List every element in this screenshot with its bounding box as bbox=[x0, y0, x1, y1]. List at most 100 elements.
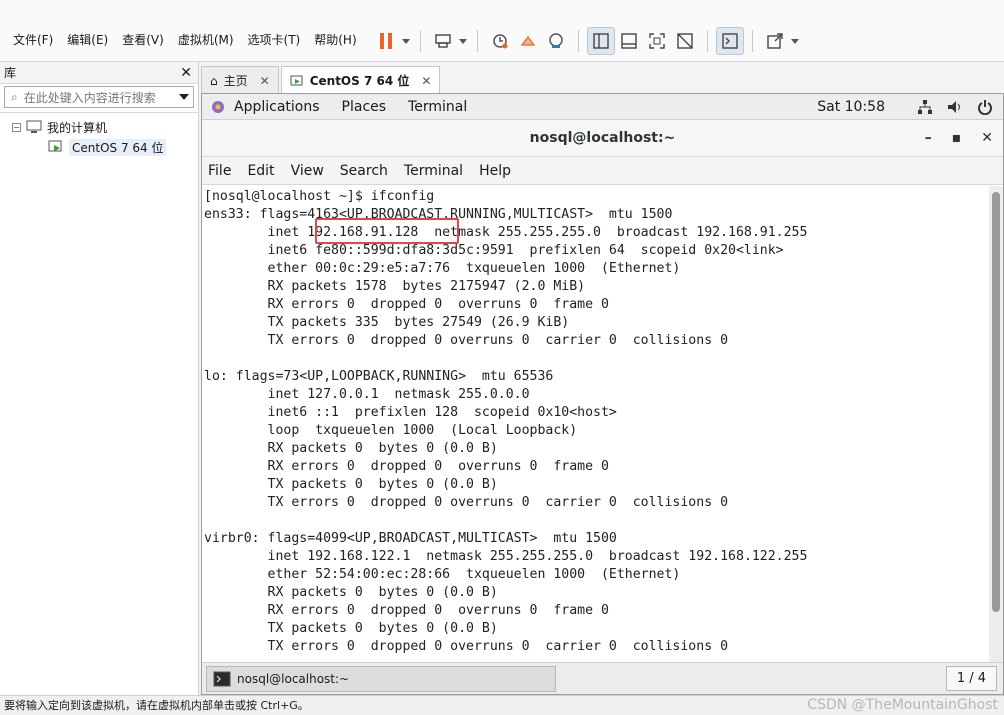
vm-running-icon bbox=[48, 140, 62, 152]
menu-vm[interactable]: 虚拟机(M) bbox=[171, 30, 241, 50]
menu-file[interactable]: 文件(F) bbox=[6, 30, 60, 50]
guest-display[interactable]: Applications Places Terminal Sat 10:58 n… bbox=[201, 93, 1004, 695]
terminal-icon bbox=[213, 671, 231, 686]
terminal-menu-view[interactable]: View bbox=[291, 163, 324, 179]
terminal-menu-edit[interactable]: Edit bbox=[247, 163, 274, 179]
pause-icon[interactable] bbox=[372, 27, 400, 55]
menu-edit[interactable]: 编辑(E) bbox=[60, 30, 115, 50]
menu-help[interactable]: 帮助(H) bbox=[307, 30, 363, 50]
tab-centos[interactable]: CentOS 7 64 位 ✕ bbox=[280, 66, 441, 94]
taskbar-item-terminal[interactable]: nosql@localhost:~ bbox=[206, 665, 556, 692]
library-panel: 库 ✕ ⌕ 在此处键入内容进行搜索 − 我的计算机 CentOS 7 64 位 bbox=[0, 62, 199, 695]
tree-item-my-computer[interactable]: − 我的计算机 bbox=[0, 117, 198, 137]
terminal-line: TX errors 0 dropped 0 overruns 0 carrier… bbox=[204, 495, 729, 510]
terminal-line: RX errors 0 dropped 0 overruns 0 frame 0 bbox=[204, 603, 609, 618]
tab-strip: ⌂ 主页 ✕ CentOS 7 64 位 ✕ bbox=[201, 64, 441, 94]
search-icon: ⌕ bbox=[11, 89, 18, 104]
gnome-menu-places[interactable]: Places bbox=[342, 99, 387, 115]
terminal-line: [nosql@localhost ~]$ ifconfig bbox=[204, 189, 435, 204]
vmware-toolbar bbox=[372, 26, 801, 56]
close-icon[interactable]: ✕ bbox=[981, 130, 993, 146]
minimize-icon[interactable]: – bbox=[925, 130, 932, 146]
terminal-menubar: File Edit View Search Terminal Help bbox=[202, 157, 1003, 185]
stretch-icon[interactable] bbox=[761, 27, 789, 55]
power-icon[interactable] bbox=[977, 99, 993, 115]
vmware-toolbar-area: 文件(F) 编辑(E) 查看(V) 虚拟机(M) 选项卡(T) 帮助(H) bbox=[0, 0, 1004, 62]
taskbar-item-label: nosql@localhost:~ bbox=[237, 671, 350, 686]
gnome-foot-icon bbox=[212, 100, 224, 113]
vm-running-icon bbox=[290, 75, 303, 85]
terminal-window-titlebar[interactable]: nosql@localhost:~ – ▪ ✕ bbox=[202, 120, 1003, 157]
terminal-line: inet 127.0.0.1 netmask 255.0.0.0 bbox=[204, 387, 530, 402]
ip-highlight-box bbox=[315, 218, 459, 244]
tree-item-centos[interactable]: CentOS 7 64 位 bbox=[0, 137, 198, 157]
library-view-icon[interactable] bbox=[587, 27, 615, 55]
fullscreen-icon[interactable] bbox=[643, 27, 671, 55]
terminal-line: ether 00:0c:29:e5:a7:76 txqueuelen 1000 … bbox=[204, 261, 681, 276]
workspace-pager[interactable]: 1 / 4 bbox=[945, 666, 997, 691]
watermark: CSDN @TheMountainGhost bbox=[807, 697, 998, 713]
terminal-menu-file[interactable]: File bbox=[208, 163, 231, 179]
revert-snapshot-icon[interactable] bbox=[514, 27, 542, 55]
status-text: 要将输入定向到该虚拟机，请在虚拟机内部单击或按 Ctrl+G。 bbox=[4, 699, 309, 712]
terminal-line: RX packets 0 bytes 0 (0.0 B) bbox=[204, 585, 498, 600]
terminal-line: RX errors 0 dropped 0 overruns 0 frame 0 bbox=[204, 459, 609, 474]
tab-home[interactable]: ⌂ 主页 ✕ bbox=[201, 66, 279, 94]
close-tab-icon[interactable]: ✕ bbox=[260, 74, 270, 88]
unity-icon[interactable] bbox=[671, 27, 699, 55]
console-icon[interactable] bbox=[716, 27, 744, 55]
terminal-line: inet6 ::1 prefixlen 128 scopeid 0x10<hos… bbox=[204, 405, 617, 420]
menu-tabs[interactable]: 选项卡(T) bbox=[241, 30, 308, 50]
terminal-menu-search[interactable]: Search bbox=[340, 163, 388, 179]
terminal-output[interactable]: [nosql@localhost ~]$ ifconfig ens33: flag… bbox=[202, 186, 990, 664]
terminal-line: ether 52:54:00:ec:28:66 txqueuelen 1000 … bbox=[204, 567, 681, 582]
terminal-menu-help[interactable]: Help bbox=[479, 163, 511, 179]
maximize-icon[interactable]: ▪ bbox=[952, 130, 962, 146]
scrollbar-thumb[interactable] bbox=[992, 192, 1000, 612]
toolbar-separator bbox=[707, 30, 708, 52]
terminal-line: inet6 fe80::599d:dfa8:3d5c:9591 prefixle… bbox=[204, 243, 784, 258]
manage-snapshots-icon[interactable] bbox=[542, 27, 570, 55]
terminal-line: virbr0: flags=4099<UP,BROADCAST,MULTICAS… bbox=[204, 531, 617, 546]
chevron-down-icon[interactable] bbox=[179, 94, 189, 100]
clock[interactable]: Sat 10:58 bbox=[817, 99, 885, 115]
stretch-dropdown-icon[interactable] bbox=[791, 38, 799, 44]
snapshot-icon[interactable] bbox=[486, 27, 514, 55]
terminal-line: TX packets 0 bytes 0 (0.0 B) bbox=[204, 621, 498, 636]
send-keys-icon[interactable] bbox=[429, 27, 457, 55]
pause-dropdown-icon[interactable] bbox=[402, 38, 410, 44]
terminal-menu-terminal[interactable]: Terminal bbox=[404, 163, 463, 179]
single-window-icon[interactable] bbox=[615, 27, 643, 55]
toolbar-separator bbox=[578, 30, 579, 52]
library-header: 库 ✕ bbox=[0, 62, 198, 84]
search-input[interactable]: 在此处键入内容进行搜索 bbox=[24, 89, 156, 106]
window-title: nosql@localhost:~ bbox=[529, 130, 676, 146]
close-icon[interactable]: ✕ bbox=[180, 65, 192, 81]
toolbar-separator bbox=[752, 30, 753, 52]
home-icon: ⌂ bbox=[210, 73, 218, 88]
terminal-scrollbar[interactable] bbox=[989, 186, 1003, 664]
network-icon[interactable] bbox=[917, 99, 933, 115]
gnome-status-area: Sat 10:58 bbox=[817, 99, 1003, 115]
gnome-top-bar: Applications Places Terminal Sat 10:58 bbox=[202, 94, 1003, 120]
terminal-line: loop txqueuelen 1000 (Local Loopback) bbox=[204, 423, 578, 438]
menu-view[interactable]: 查看(V) bbox=[115, 30, 171, 50]
terminal-line: TX errors 0 dropped 0 overruns 0 carrier… bbox=[204, 639, 729, 654]
vmware-statusbar: 要将输入定向到该虚拟机，请在虚拟机内部单击或按 Ctrl+G。 CSDN @Th… bbox=[0, 695, 1004, 715]
library-search[interactable]: ⌕ 在此处键入内容进行搜索 bbox=[4, 86, 194, 108]
tree-label-centos: CentOS 7 64 位 bbox=[69, 138, 167, 156]
tab-home-label: 主页 bbox=[223, 74, 248, 88]
terminal-line: RX errors 0 dropped 0 overruns 0 frame 0 bbox=[204, 297, 609, 312]
terminal-line: RX packets 1578 bytes 2175947 (2.0 MiB) bbox=[204, 279, 586, 294]
gnome-menu-applications[interactable]: Applications bbox=[234, 99, 320, 115]
close-tab-icon[interactable]: ✕ bbox=[421, 74, 431, 88]
tab-centos-label: CentOS 7 64 位 bbox=[309, 74, 410, 88]
library-title: 库 bbox=[4, 66, 17, 80]
volume-icon[interactable] bbox=[947, 99, 963, 115]
gnome-menu-terminal[interactable]: Terminal bbox=[408, 99, 467, 115]
collapse-icon[interactable]: − bbox=[12, 122, 21, 132]
send-keys-dropdown-icon[interactable] bbox=[459, 38, 467, 44]
window-controls: – ▪ ✕ bbox=[925, 130, 993, 146]
